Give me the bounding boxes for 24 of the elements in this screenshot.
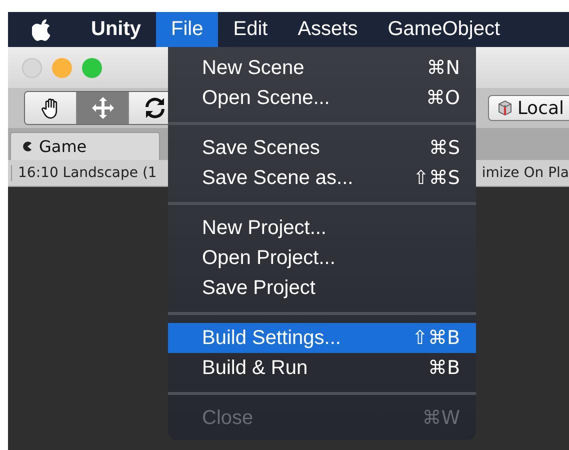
pacman-icon	[21, 140, 34, 153]
aspect-dropdown[interactable]: 16:10 Landscape (1	[11, 165, 157, 181]
menu-item[interactable]: Open Scene... ⌘O	[168, 83, 476, 113]
menu-bar-item[interactable]: GameObject	[372, 12, 515, 47]
menu-item[interactable]: New Scene ⌘N	[168, 53, 476, 83]
menu-item[interactable]: Build Settings... ⇧⌘B	[168, 323, 476, 353]
menu-bar-item[interactable]: File	[156, 12, 218, 47]
game-tab[interactable]: Game	[10, 132, 160, 160]
cube-icon	[497, 100, 514, 116]
menu-item[interactable]: Save Scene as... ⇧⌘S	[168, 163, 476, 193]
menu-bar-item[interactable]: Edit	[218, 12, 283, 47]
menu-item[interactable]: Save Project	[168, 273, 476, 303]
local-button[interactable]: Local	[488, 95, 569, 121]
maximize-on-play-toggle[interactable]: imize On Pla	[482, 165, 569, 181]
menu-item[interactable]: New Project...	[168, 213, 476, 243]
apple-icon[interactable]	[32, 18, 50, 40]
menu-item[interactable]: Save Scenes ⌘S	[168, 133, 476, 163]
move-arrows-icon	[90, 96, 114, 120]
menu-bar-item[interactable]: Assets	[282, 12, 373, 47]
rotate-icon	[142, 96, 166, 120]
tool-button[interactable]	[25, 92, 77, 124]
menu-item[interactable]: Build & Run ⌘B	[168, 353, 476, 383]
menu-item[interactable]: Open Project...	[168, 243, 476, 273]
menu-bar-item[interactable]: Unity	[80, 12, 156, 47]
